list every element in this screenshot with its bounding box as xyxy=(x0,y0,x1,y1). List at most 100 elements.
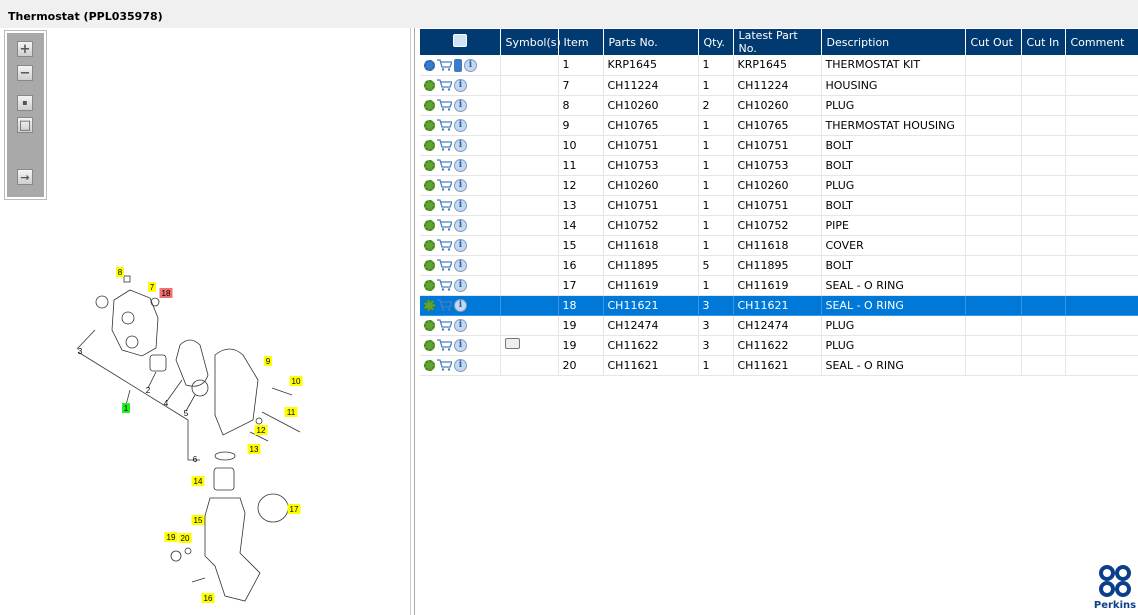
cart-icon[interactable] xyxy=(437,299,453,311)
kit-gears-icon[interactable] xyxy=(424,59,435,71)
callout-5[interactable]: 5 xyxy=(184,409,189,418)
table-row[interactable]: i 8 CH10260 2 CH10260 PLUG xyxy=(420,95,1138,116)
cart-icon[interactable] xyxy=(437,199,453,211)
table-row[interactable]: i 7 CH11224 1 CH11224 HOUSING xyxy=(420,75,1138,96)
info-icon[interactable]: i xyxy=(454,298,467,312)
cart-icon[interactable] xyxy=(437,139,453,151)
column-header-actions[interactable] xyxy=(420,29,501,55)
gear-icon[interactable] xyxy=(424,299,435,311)
callout-2[interactable]: 2 xyxy=(146,386,151,395)
callout-19[interactable]: 19 xyxy=(164,532,178,542)
gear-icon[interactable] xyxy=(424,159,435,171)
cart-icon[interactable] xyxy=(437,99,453,111)
table-row[interactable]: i 11 CH10753 1 CH10753 BOLT xyxy=(420,155,1138,176)
column-header-description[interactable]: Description xyxy=(821,29,966,55)
table-row[interactable]: i 13 CH10751 1 CH10751 BOLT xyxy=(420,195,1138,216)
gear-icon[interactable] xyxy=(424,279,435,291)
info-icon[interactable]: i xyxy=(454,318,467,332)
column-header-latest-part-no[interactable]: Latest Part No. xyxy=(733,29,822,55)
table-row[interactable]: i 10 CH10751 1 CH10751 BOLT xyxy=(420,135,1138,156)
info-icon[interactable]: i xyxy=(454,238,467,252)
gear-icon[interactable] xyxy=(424,79,435,91)
callout-15[interactable]: 15 xyxy=(191,515,205,525)
cart-icon[interactable] xyxy=(437,319,453,331)
symbol-book-icon[interactable] xyxy=(504,338,520,349)
info-icon[interactable]: i xyxy=(454,118,467,132)
info-icon[interactable]: i xyxy=(454,178,467,192)
table-row[interactable]: i 19 CH11622 3 CH11622 PLUG xyxy=(420,335,1138,356)
callout-16[interactable]: 16 xyxy=(201,593,215,603)
callout-3[interactable]: 3 xyxy=(78,347,83,356)
info-icon[interactable]: i xyxy=(454,278,467,292)
column-header-item[interactable]: Item xyxy=(558,29,604,55)
table-row[interactable]: i 17 CH11619 1 CH11619 SEAL - O RING xyxy=(420,275,1138,296)
column-header-comment[interactable]: Comment xyxy=(1065,29,1138,55)
diagram-pane[interactable]: + − ▪ □ → 8 7 18 1 9 10 11 12 13 14 15 17 19 20 16 3 2 4 5… xyxy=(0,28,410,615)
cart-icon[interactable] xyxy=(437,219,453,231)
info-icon[interactable]: i xyxy=(454,198,467,212)
column-header-cut-out[interactable]: Cut Out xyxy=(965,29,1022,55)
table-row[interactable]: i 1 KRP1645 1 KRP1645 THERMOSTAT KIT xyxy=(420,55,1138,76)
gear-icon[interactable] xyxy=(424,339,435,351)
callout-1[interactable]: 1 xyxy=(122,403,130,413)
column-header-parts-no[interactable]: Parts No. xyxy=(603,29,699,55)
column-header-cut-in[interactable]: Cut In xyxy=(1021,29,1066,55)
gear-icon[interactable] xyxy=(424,119,435,131)
exploded-diagram[interactable]: 8718191011121314151719 201632456 xyxy=(0,28,410,615)
cart-icon[interactable] xyxy=(437,279,453,291)
search-parts-icon[interactable] xyxy=(452,34,467,47)
cart-icon[interactable] xyxy=(437,79,453,91)
cart-icon[interactable] xyxy=(437,359,453,371)
cart-icon[interactable] xyxy=(437,239,453,251)
gear-icon[interactable] xyxy=(424,199,435,211)
table-row[interactable]: i 18 CH11621 3 CH11621 SEAL - O RING xyxy=(420,295,1138,316)
gear-icon[interactable] xyxy=(424,359,435,371)
pane-splitter[interactable] xyxy=(410,28,418,615)
cart-icon[interactable] xyxy=(437,339,453,351)
book-icon[interactable] xyxy=(454,58,462,72)
cart-icon[interactable] xyxy=(437,159,453,171)
callout-11[interactable]: 11 xyxy=(284,407,298,417)
callout-12[interactable]: 12 xyxy=(254,425,268,435)
table-row[interactable]: i 20 CH11621 1 CH11621 SEAL - O RING xyxy=(420,355,1138,376)
info-icon[interactable]: i xyxy=(454,338,467,352)
gear-icon[interactable] xyxy=(424,259,435,271)
gear-icon[interactable] xyxy=(424,239,435,251)
cart-icon[interactable] xyxy=(437,259,453,271)
gear-icon[interactable] xyxy=(424,179,435,191)
info-icon[interactable]: i xyxy=(454,358,467,372)
table-row[interactable]: i 9 CH10765 1 CH10765 THERMOSTAT HOUSING xyxy=(420,115,1138,136)
info-icon[interactable]: i xyxy=(454,78,467,92)
gear-icon[interactable] xyxy=(424,99,435,111)
table-row[interactable]: i 15 CH11618 1 CH11618 COVER xyxy=(420,235,1138,256)
table-row[interactable]: i 19 CH12474 3 CH12474 PLUG xyxy=(420,315,1138,336)
column-header-symbol-s[interactable]: Symbol(s) xyxy=(500,29,561,55)
callout-13[interactable]: 13 xyxy=(247,444,261,454)
table-row[interactable]: i 14 CH10752 1 CH10752 PIPE xyxy=(420,215,1138,236)
callout-17[interactable]: 17 xyxy=(287,504,301,514)
gear-icon[interactable] xyxy=(424,219,435,231)
info-icon[interactable]: i xyxy=(454,98,467,112)
callout-18[interactable]: 18 xyxy=(159,288,173,298)
table-row[interactable]: i 12 CH10260 1 CH10260 PLUG xyxy=(420,175,1138,196)
cart-icon[interactable] xyxy=(437,59,453,71)
callout-6[interactable]: 6 xyxy=(193,455,198,464)
cart-icon[interactable] xyxy=(437,179,453,191)
callout-10[interactable]: 10 xyxy=(289,376,303,386)
callout-7[interactable]: 7 xyxy=(148,282,156,292)
callout-20[interactable]: 20 xyxy=(178,533,192,543)
callout-14[interactable]: 14 xyxy=(191,476,205,486)
callout-4[interactable]: 4 xyxy=(164,399,169,408)
info-icon[interactable]: i xyxy=(454,218,467,232)
info-icon[interactable]: i xyxy=(464,58,477,72)
callout-9[interactable]: 9 xyxy=(264,356,272,366)
callout-8[interactable]: 8 xyxy=(116,267,124,277)
info-icon[interactable]: i xyxy=(454,158,467,172)
info-icon[interactable]: i xyxy=(454,258,467,272)
gear-icon[interactable] xyxy=(424,319,435,331)
cart-icon[interactable] xyxy=(437,119,453,131)
info-icon[interactable]: i xyxy=(454,138,467,152)
table-row[interactable]: i 16 CH11895 5 CH11895 BOLT xyxy=(420,255,1138,276)
column-header-qty[interactable]: Qty. xyxy=(698,29,734,55)
gear-icon[interactable] xyxy=(424,139,435,151)
